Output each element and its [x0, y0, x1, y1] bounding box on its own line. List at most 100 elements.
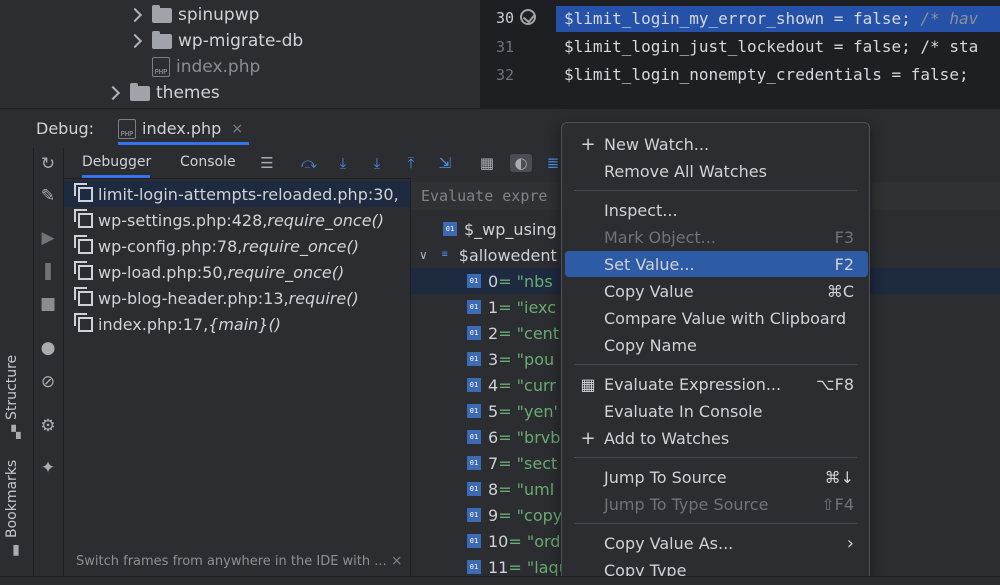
code-line-30[interactable]: $limit_login_my_error_shown = false; /* …: [556, 6, 1000, 32]
frame-file: wp-blog-header.php:13,: [98, 288, 289, 308]
variable-row[interactable]: 01 1 = "iexc: [467, 294, 556, 320]
bookmarks-tool-label[interactable]: Bookmarks: [4, 460, 20, 538]
close-icon[interactable]: ×: [231, 121, 243, 137]
variable-row[interactable]: 01 7 = "sect: [467, 450, 557, 476]
chevron-right-icon[interactable]: [127, 7, 143, 23]
variable-row[interactable]: 01 6 = "brvb: [467, 424, 560, 450]
frame-item[interactable]: index.php:17, {main}(): [64, 311, 410, 337]
variable-name: $_wp_using: [464, 219, 557, 239]
variable-row[interactable]: 01 8 = "uml: [467, 476, 554, 502]
add-watch-icon: +: [580, 427, 596, 449]
variable-value: = "copy: [498, 505, 563, 525]
variable-row[interactable]: 01 $_wp_using: [443, 216, 557, 242]
tree-item-themes[interactable]: themes: [105, 80, 220, 106]
frame-call: require_once(): [267, 210, 385, 230]
stop-icon[interactable]: ■: [38, 294, 58, 314]
code-editor[interactable]: 30 31 32 $limit_login_my_error_shown = f…: [480, 0, 1000, 108]
variable-value: = "sect: [498, 453, 558, 473]
evaluate-grid-icon[interactable]: ▦: [478, 154, 496, 172]
step-out-icon[interactable]: ⤒: [402, 154, 420, 172]
menu-item-evaluate-expression[interactable]: ▦ Evaluate Expression... ⌥F8: [565, 371, 868, 397]
variable-name: 7: [488, 453, 499, 473]
pause-icon[interactable]: ❚: [38, 261, 58, 281]
run-to-cursor-icon[interactable]: ⇲: [436, 154, 454, 172]
chevron-right-icon[interactable]: [105, 85, 121, 101]
tree-item-spinupwp[interactable]: spinupwp: [127, 2, 259, 28]
debug-session-tab[interactable]: PHP index.php ×: [118, 115, 250, 145]
code-line-31[interactable]: $limit_login_just_lockedout = false; /* …: [564, 37, 978, 56]
settings-gear-icon[interactable]: ⚙: [38, 416, 58, 436]
layout-menu-icon[interactable]: ☰: [258, 154, 276, 172]
breakpoint-icon[interactable]: [520, 9, 536, 25]
bottom-tool-bar: [0, 576, 1000, 585]
menu-item-mark-object[interactable]: Mark Object... F3: [565, 224, 868, 250]
variable-row[interactable]: 01 4 = "curr: [467, 372, 556, 398]
structure-icon[interactable]: ▚: [6, 422, 26, 442]
tab-console[interactable]: Console: [180, 148, 236, 178]
list-icon[interactable]: ≣: [544, 154, 562, 172]
menu-item-label: Add to Watches: [604, 428, 730, 448]
folder-icon: [152, 4, 172, 23]
step-over-icon[interactable]: ⤼: [300, 154, 318, 172]
tree-item-index-php[interactable]: PHP index.php: [152, 54, 260, 80]
frame-icon: [74, 182, 93, 202]
structure-tool-label[interactable]: Structure: [4, 355, 20, 420]
chevron-down-icon[interactable]: ∨: [419, 248, 428, 262]
pin-icon[interactable]: ✦: [38, 458, 58, 478]
menu-item-inspect[interactable]: Inspect...: [565, 197, 868, 223]
frame-item[interactable]: wp-settings.php:428, require_once(): [64, 207, 410, 233]
code-line-32[interactable]: $limit_login_nonempty_credentials = fals…: [564, 65, 969, 84]
step-into-icon[interactable]: ⤓: [334, 154, 352, 172]
view-breakpoints-icon[interactable]: ●: [38, 338, 58, 358]
mute-breakpoints-icon[interactable]: ⊘: [38, 372, 58, 392]
frame-item[interactable]: wp-load.php:50, require_once(): [64, 259, 410, 285]
chevron-right-icon: ›: [846, 532, 854, 554]
close-hint-icon[interactable]: ×: [391, 553, 403, 569]
menu-item-label: Compare Value with Clipboard: [604, 308, 847, 328]
toggle-icon[interactable]: ◐: [510, 154, 532, 172]
rerun-icon[interactable]: ↻: [38, 154, 58, 174]
frames-hint: Switch frames from anywhere in the IDE w…: [76, 553, 403, 569]
frame-item[interactable]: limit-login-attempts-reloaded.php:30,: [64, 181, 410, 207]
variable-name: 6: [488, 427, 499, 447]
bookmark-icon[interactable]: ▮: [6, 540, 26, 560]
variable-value: = "yen': [498, 401, 558, 421]
menu-item-label: Copy Value As...: [604, 533, 734, 553]
frame-call: require_once(): [242, 236, 359, 256]
force-step-into-icon[interactable]: ⤓: [368, 154, 386, 172]
menu-item-shortcut: ⌥F8: [816, 374, 854, 394]
variable-row[interactable]: 01 9 = "copy: [467, 502, 562, 528]
menu-item-compare-value[interactable]: Compare Value with Clipboard: [565, 305, 868, 331]
wrench-icon[interactable]: ✎: [38, 186, 58, 206]
menu-item-add-to-watches[interactable]: + Add to Watches: [565, 425, 868, 451]
menu-item-remove-all-watches[interactable]: Remove All Watches: [565, 158, 868, 184]
frame-call: {main}(): [208, 314, 281, 334]
menu-item-copy-value[interactable]: Copy Value ⌘C: [565, 278, 868, 304]
tree-item-wp-migrate-db[interactable]: wp-migrate-db: [127, 28, 303, 54]
frame-item[interactable]: wp-config.php:78, require_once(): [64, 233, 410, 259]
frame-icon: [74, 260, 93, 280]
menu-item-copy-value-as[interactable]: Copy Value As... ›: [565, 530, 868, 556]
frame-item[interactable]: wp-blog-header.php:13, require(): [64, 285, 410, 311]
frame-icon: [74, 286, 93, 306]
variable-row[interactable]: 01 2 = "cent: [467, 320, 559, 346]
menu-item-jump-to-type-source[interactable]: Jump To Type Source ⇧F4: [565, 491, 868, 517]
chevron-right-icon[interactable]: [127, 33, 143, 49]
variable-row[interactable]: 01 5 = "yen': [467, 398, 558, 424]
menu-item-new-watch[interactable]: + New Watch...: [565, 131, 868, 157]
menu-item-label: Copy Name: [604, 335, 697, 355]
menu-item-set-value[interactable]: Set Value... F2: [565, 251, 868, 277]
tab-debugger[interactable]: Debugger: [82, 148, 151, 178]
variable-row[interactable]: 01 10 = "ord: [467, 528, 560, 554]
menu-item-jump-to-source[interactable]: Jump To Source ⌘↓: [565, 464, 868, 490]
menu-item-evaluate-in-console[interactable]: Evaluate In Console: [565, 398, 868, 424]
frame-file: wp-config.php:78,: [98, 236, 243, 256]
variable-row[interactable]: 01 3 = "pou: [467, 346, 554, 372]
variable-row[interactable]: ∨ ≡ $allowedent: [419, 242, 557, 268]
menu-item-copy-name[interactable]: Copy Name: [565, 332, 868, 358]
variable-icon: 01: [467, 326, 481, 340]
evaluate-placeholder: Evaluate expre: [421, 187, 548, 205]
resume-icon[interactable]: ▶: [38, 228, 58, 248]
array-icon: ≡: [441, 249, 448, 260]
variable-name: 3: [488, 349, 499, 369]
